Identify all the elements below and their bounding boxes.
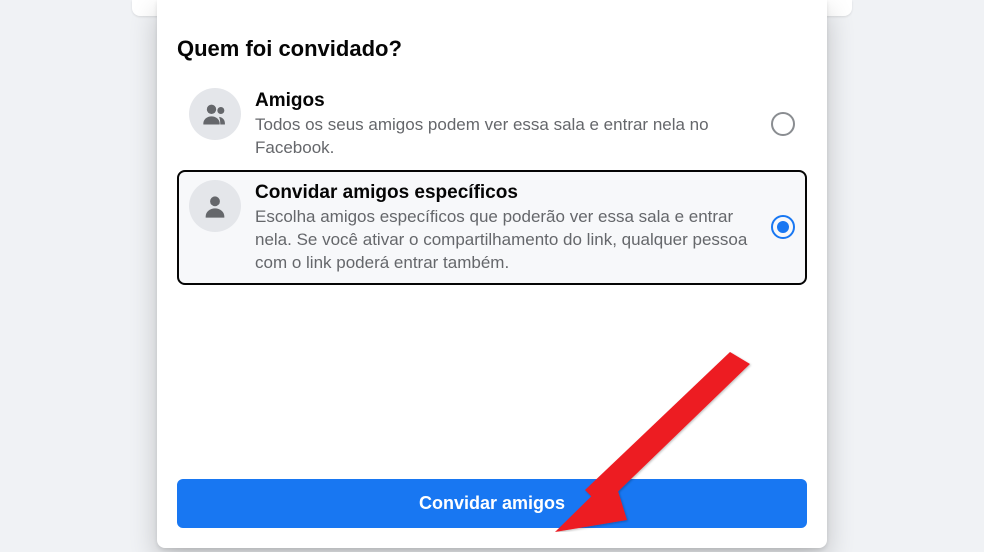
- option-specific-desc: Escolha amigos específicos que poderão v…: [255, 206, 759, 275]
- option-specific-radio[interactable]: [771, 215, 795, 239]
- section-title: Quem foi convidado?: [177, 36, 807, 62]
- invite-friends-button[interactable]: Convidar amigos: [177, 479, 807, 528]
- option-friends-title: Amigos: [255, 90, 759, 112]
- friends-icon: [189, 88, 241, 140]
- option-specific-body: Convidar amigos específicos Escolha amig…: [255, 180, 759, 275]
- option-friends-radio[interactable]: [771, 112, 795, 136]
- option-specific-friends[interactable]: Convidar amigos específicos Escolha amig…: [177, 170, 807, 285]
- option-friends[interactable]: Amigos Todos os seus amigos podem ver es…: [177, 78, 807, 170]
- invite-modal: Quem foi convidado? Amigos Todos os seus…: [157, 0, 827, 548]
- spacer: [177, 285, 807, 479]
- option-specific-title: Convidar amigos específicos: [255, 182, 759, 204]
- person-icon: [189, 180, 241, 232]
- option-friends-desc: Todos os seus amigos podem ver essa sala…: [255, 114, 759, 160]
- option-friends-body: Amigos Todos os seus amigos podem ver es…: [255, 88, 759, 160]
